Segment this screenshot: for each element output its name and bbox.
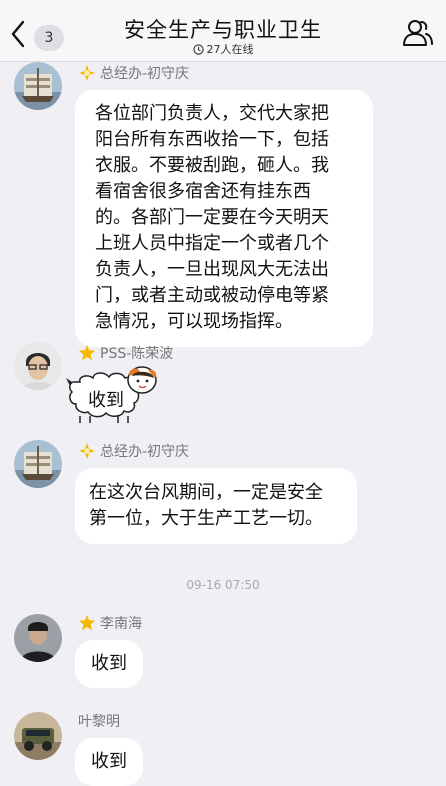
- group-members-icon: [403, 20, 433, 46]
- sheep-sticker-bubble[interactable]: 收到: [66, 366, 160, 426]
- star-icon: [78, 614, 96, 631]
- ship-avatar-image: [14, 62, 62, 110]
- person-avatar-image: [14, 342, 62, 390]
- vehicle-avatar-image: [14, 712, 62, 760]
- avatar[interactable]: [14, 614, 62, 662]
- star-icon: [78, 344, 96, 361]
- message-timestamp: 09-16 07:50: [186, 578, 260, 592]
- avatar[interactable]: [14, 62, 62, 110]
- chat-header: 3 安全生产与职业卫生 27人在线: [0, 0, 446, 62]
- online-count: 27人在线: [206, 43, 254, 56]
- sender-name: 李南海: [78, 612, 142, 634]
- avatar[interactable]: [14, 440, 62, 488]
- avatar[interactable]: [14, 712, 62, 760]
- admin-star-icon: [78, 442, 96, 460]
- message-bubble[interactable]: 各位部门负责人，交代大家把 阳台所有东西收拾一下，包括 衣服。不要被刮跑，砸人。…: [75, 90, 373, 347]
- admin-star-icon: [78, 64, 96, 82]
- group-title: 安全生产与职业卫生: [124, 18, 322, 42]
- clock-icon: [192, 44, 204, 55]
- online-status: 27人在线: [0, 41, 446, 57]
- person-avatar-image: [14, 614, 62, 662]
- sender-name: 叶黎明: [78, 714, 120, 730]
- message-bubble[interactable]: 收到: [75, 738, 143, 786]
- ship-avatar-image: [14, 440, 62, 488]
- message-bubble[interactable]: 收到: [75, 640, 143, 688]
- sender-name: 总经办-初守庆: [78, 62, 189, 84]
- sender-name: 总经办-初守庆: [78, 440, 189, 462]
- message-text: 收到: [88, 390, 124, 411]
- sender-name: PSS-陈荣波: [78, 342, 173, 364]
- avatar[interactable]: [14, 342, 62, 390]
- group-members-button[interactable]: [402, 18, 434, 48]
- message-bubble[interactable]: 在这次台风期间，一定是安全 第一位，大于生产工艺一切。: [75, 468, 357, 544]
